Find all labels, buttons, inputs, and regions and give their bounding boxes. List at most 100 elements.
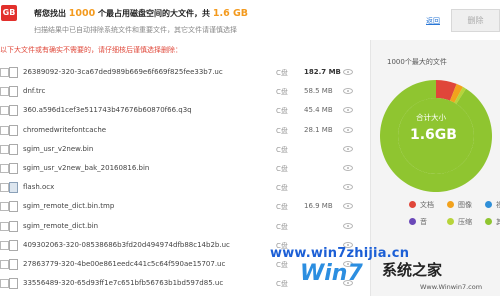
legend-swatch [447,201,454,208]
file-icon [9,220,18,232]
file-name: sgim_remote_dict.bin.tmp [23,202,115,211]
warning-text: 以下大文件或有确实不需要的，请仔细核后谨慎选择删除： [0,46,182,54]
file-icon [9,239,18,251]
file-name: 33556489-320-65d93ff1e7c651bfb56763b1bd5… [23,279,224,288]
preview-eye-icon[interactable] [343,222,353,229]
legend-swatch [485,218,492,225]
file-size: 28.1 MB [304,125,333,134]
legend-label: 图像 [458,201,472,209]
legend-item: 音 [409,217,427,227]
watermark-logo: Win7 系统之家 Www.Winwin7.com [300,259,500,296]
watermark-logo-right: 系统之家 [382,261,443,279]
file-name: 26389092-320-3ca67ded989b669e6f669f825fe… [23,68,223,76]
delete-button[interactable]: 删除 [451,9,500,32]
file-drive: C盘 [276,222,288,231]
legend-label: 视 [496,201,500,209]
chart-title: 1000个最大的文件 [387,58,447,66]
legend-swatch [409,218,416,225]
watermark-logo-site: Www.Winwin7.com [420,283,483,291]
file-size: 45.4 MB [304,106,333,115]
file-row[interactable]: chromedwritefontcache C盘 28.1 MB [0,121,370,140]
file-icon [9,162,18,174]
file-icon [9,278,18,290]
preview-eye-icon[interactable] [343,184,353,191]
file-size: 58.5 MB [304,87,333,96]
header-bar: GB 帮您找出 1000 个最占用磁盘空间的大文件，共 1.6 GB 扫描结果中… [0,0,500,40]
file-icon [9,201,18,213]
legend-item: 压缩 [447,217,472,227]
page-title: 帮您找出 1000 个最占用磁盘空间的大文件，共 1.6 GB [34,8,249,19]
legend-item: 视 [485,200,500,210]
file-name: 27863779-320-4be00e861eedc441c5c64f590ae… [23,259,226,268]
file-checkbox[interactable] [0,259,9,269]
file-row[interactable]: 360.a596d1cef3e511743b47676b60870f66.q3q… [0,101,370,120]
total-size-label: 合计大小 [416,113,446,122]
legend-swatch [447,218,454,225]
file-icon [9,124,18,136]
file-checkbox[interactable] [0,163,9,173]
file-icon [9,258,18,270]
file-drive: C盘 [276,260,288,269]
file-row[interactable]: sgim_usr_v2new.bin C盘 [0,140,370,159]
file-drive: C盘 [276,203,288,212]
file-checkbox[interactable] [0,87,9,97]
file-name: sgim_usr_v2new.bin [23,144,94,153]
legend-item: 其 [485,217,500,227]
file-checkbox[interactable] [0,279,9,289]
file-checkbox[interactable] [0,125,9,135]
preview-eye-icon[interactable] [343,107,353,114]
file-drive: C盘 [276,145,288,154]
file-row[interactable]: sgim_remote_dict.bin C盘 [0,217,370,236]
return-link[interactable]: 返回 [426,16,440,26]
file-name: flash.ocx [23,183,55,192]
legend-item: 文档 [409,200,434,210]
file-checkbox[interactable] [0,221,9,231]
preview-eye-icon[interactable] [343,88,353,95]
legend-item: 图像 [447,200,472,210]
file-drive: C盘 [276,184,288,193]
file-drive: C盘 [276,107,288,116]
file-drive: C盘 [276,88,288,97]
legend-label: 文档 [420,201,434,209]
file-name: chromedwritefontcache [23,125,107,134]
file-checkbox[interactable] [0,106,9,116]
file-drive: C盘 [276,69,288,77]
total-size-value: 1.6GB [410,127,457,143]
file-checkbox[interactable] [0,68,9,77]
file-name: sgim_usr_v2new_bak_20160816.bin [23,163,150,172]
flash-file-icon [9,182,18,194]
file-checkbox[interactable] [0,240,9,250]
legend-label: 压缩 [458,218,472,226]
preview-eye-icon[interactable] [343,69,353,75]
preview-eye-icon[interactable] [343,126,353,133]
file-checkbox[interactable] [0,144,9,154]
file-icon [9,105,18,117]
watermark-logo-left: Win7 [300,261,363,286]
legend-swatch [409,201,416,208]
page-subtitle: 扫描结果中已自动排除系统文件和重要文件，其它文件请谨慎选择 [34,26,237,34]
file-name: 360.a596d1cef3e511743b47676b60870f66.q3q [23,106,192,115]
file-icon [9,86,18,98]
total-size: 1.6 GB [212,8,249,19]
file-name: sgim_remote_dict.bin [23,221,99,230]
preview-eye-icon[interactable] [343,203,353,210]
preview-eye-icon[interactable] [343,164,353,171]
file-row[interactable]: flash.ocx C盘 [0,178,370,197]
gb-icon: GB [1,5,17,21]
file-icon [9,67,18,78]
file-size: 16.9 MB [304,202,333,211]
file-count: 1000 [68,8,96,19]
preview-eye-icon[interactable] [343,145,353,152]
file-row[interactable]: 26389092-320-3ca67ded989b669e6f669f825fe… [0,63,370,82]
file-drive: C盘 [276,164,288,173]
file-row[interactable]: dnf.trc C盘 58.5 MB [0,82,370,101]
file-icon [9,143,18,155]
file-checkbox[interactable] [0,202,9,212]
file-name: 409302063-320-08538686b3fd20d494974dfb88… [23,240,230,249]
file-drive: C盘 [276,280,288,289]
file-row[interactable]: sgim_usr_v2new_bak_20160816.bin C盘 [0,159,370,178]
file-row[interactable]: sgim_remote_dict.bin.tmp C盘 16.9 MB [0,197,370,216]
legend-label: 音 [420,218,427,226]
file-checkbox[interactable] [0,183,9,193]
file-size: 182.7 MB [304,68,341,76]
